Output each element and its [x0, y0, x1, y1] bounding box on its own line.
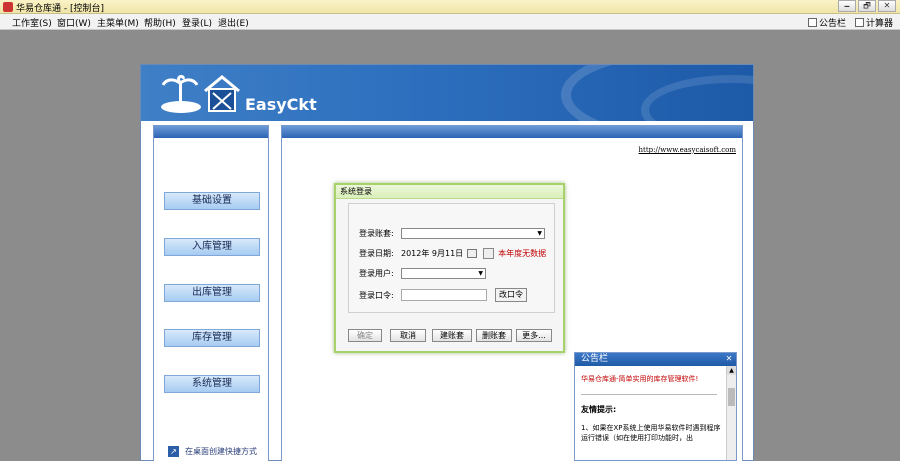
- account-select[interactable]: ▼: [401, 228, 545, 239]
- calculator-label: 计算器: [866, 19, 894, 29]
- calculator-icon: [855, 18, 864, 27]
- banner: EasyCkt: [141, 65, 753, 121]
- notice-slogan: 华易仓库通-简单实用的库存管理软件!: [581, 375, 699, 383]
- app-icon: [3, 2, 13, 12]
- notice-board-button[interactable]: 公告栏: [808, 16, 846, 29]
- notice-close-icon[interactable]: ✕: [724, 354, 734, 364]
- nav-stock-in[interactable]: 入库管理: [164, 238, 260, 256]
- notice-panel: 公告栏 ✕ 华易仓库通-简单实用的库存管理软件! 友情提示: 1、如果在XP系统…: [574, 352, 737, 461]
- shortcut-label: 在桌面创建快捷方式: [185, 447, 257, 456]
- nav-inventory[interactable]: 库存管理: [164, 329, 260, 347]
- menu-bar: 工作室(S) 窗口(W) 主菜单(M) 帮助(H) 登录(L) 退出(E) 公告…: [0, 14, 900, 30]
- create-account-set-button[interactable]: 建账套: [432, 329, 472, 342]
- ok-button[interactable]: 确定: [348, 329, 382, 342]
- create-shortcut-link[interactable]: ↗ 在桌面创建快捷方式: [168, 446, 257, 457]
- restore-button[interactable]: 🗗: [858, 0, 876, 12]
- date-value: 2012年 9月11日: [401, 249, 464, 258]
- account-label: 登录账套:: [359, 229, 394, 238]
- shortcut-arrow-icon: ↗: [168, 446, 179, 457]
- close-button[interactable]: ✕: [878, 0, 896, 12]
- password-input[interactable]: [401, 289, 487, 301]
- menu-login[interactable]: 登录(L): [182, 16, 212, 29]
- dialog-title: 系统登录: [336, 185, 563, 199]
- window-controls: 🗕 🗗 ✕: [838, 0, 896, 13]
- login-dialog: 系统登录 登录账套: ▼ 登录日期: 2012年 9月11日 本年度无数据 登录…: [334, 183, 565, 353]
- notice-body: 华易仓库通-简单实用的库存管理软件! 友情提示: 1、如果在XP系统上使用华易软…: [575, 366, 726, 460]
- notice-tips-text: 1、如果在XP系统上使用华易软件时遇到程序运行错误（如在使用打印功能时，出: [581, 424, 721, 442]
- menu-main[interactable]: 主菜单(M): [97, 16, 139, 29]
- notice-tips-title: 友情提示:: [581, 405, 617, 414]
- login-form: 登录账套: ▼ 登录日期: 2012年 9月11日 本年度无数据 登录用户: ▼…: [348, 203, 555, 313]
- website-link[interactable]: http://www.easycaisoft.com: [639, 146, 736, 154]
- password-label: 登录口令:: [359, 290, 394, 300]
- menu-studio[interactable]: 工作室(S): [12, 16, 52, 29]
- user-select[interactable]: ▼: [401, 268, 486, 279]
- date-warning: 本年度无数据: [498, 249, 547, 258]
- logo-icon: [161, 74, 240, 113]
- calculator-button[interactable]: 计算器: [855, 16, 893, 29]
- chevron-down-icon: ▼: [478, 270, 483, 277]
- minimize-button[interactable]: 🗕: [838, 0, 856, 12]
- menu-window[interactable]: 窗口(W): [57, 16, 91, 29]
- notice-board-label: 公告栏: [819, 19, 847, 29]
- change-password-button[interactable]: 改口令: [495, 288, 527, 302]
- title-bar: 华易仓库通 - [控制台] 🗕 🗗 ✕: [0, 0, 900, 14]
- date-label: 登录日期:: [359, 249, 394, 258]
- user-label: 登录用户:: [359, 269, 394, 278]
- brand-name: EasyCkt: [245, 95, 317, 114]
- cancel-button[interactable]: 取消: [390, 329, 426, 342]
- nav-panel: 基础设置 入库管理 出库管理 库存管理 系统管理 ↗ 在桌面创建快捷方式: [153, 125, 269, 461]
- date-picker[interactable]: 2012年 9月11日: [401, 248, 478, 259]
- more-button[interactable]: 更多...: [516, 329, 552, 342]
- nav-stock-out[interactable]: 出库管理: [164, 284, 260, 302]
- menu-help[interactable]: 帮助(H): [144, 16, 176, 29]
- date-option-button[interactable]: [483, 248, 495, 259]
- scroll-thumb[interactable]: [728, 388, 735, 406]
- delete-account-set-button[interactable]: 删账套: [476, 329, 512, 342]
- calendar-icon[interactable]: [467, 249, 478, 258]
- window-title: 华易仓库通 - [控制台]: [16, 4, 104, 14]
- nav-system[interactable]: 系统管理: [164, 375, 260, 393]
- notice-icon: [808, 18, 817, 27]
- scroll-up-icon[interactable]: ▲: [727, 366, 736, 375]
- notice-title: 公告栏: [581, 354, 609, 364]
- notice-scrollbar[interactable]: ▲: [726, 366, 736, 460]
- nav-basic-settings[interactable]: 基础设置: [164, 192, 260, 210]
- menu-exit[interactable]: 退出(E): [218, 16, 249, 29]
- chevron-down-icon: ▼: [537, 230, 542, 237]
